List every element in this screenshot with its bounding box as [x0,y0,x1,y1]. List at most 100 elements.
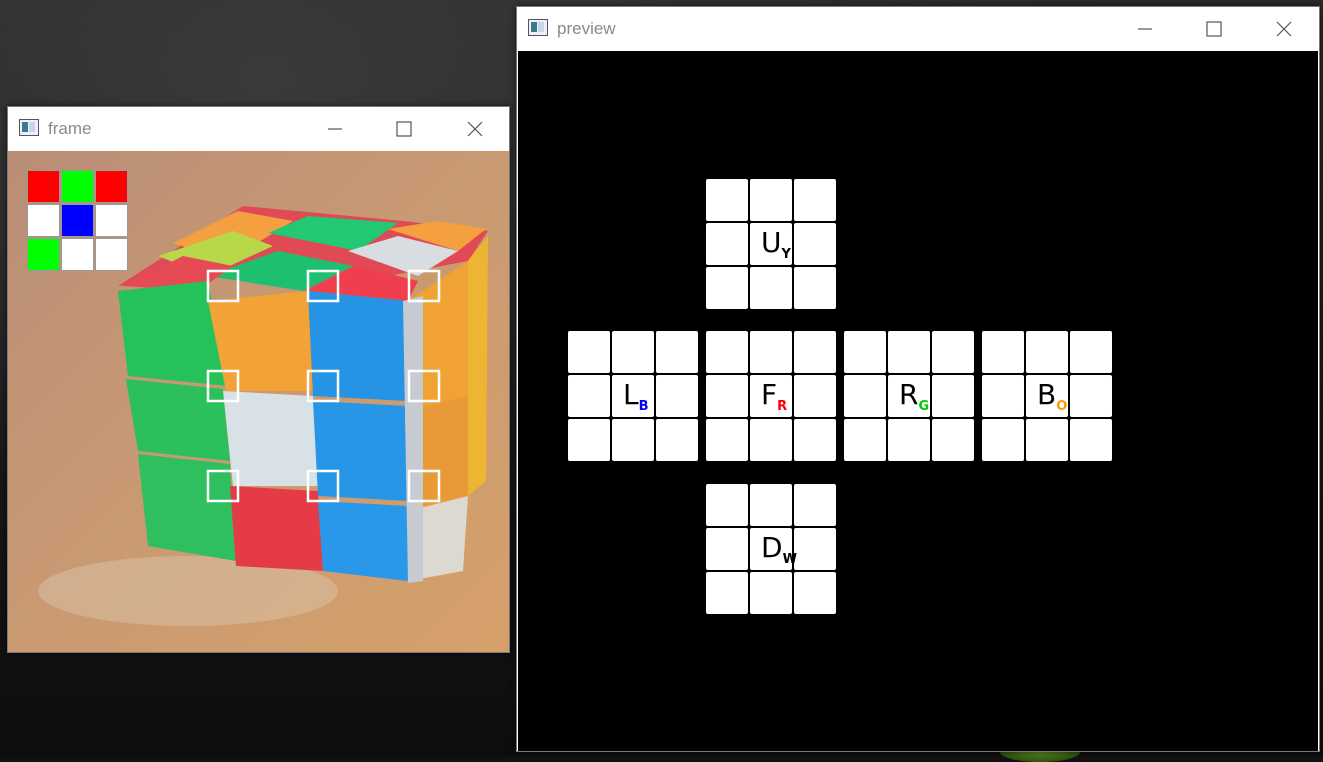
face-sticker [794,572,836,614]
frame-window[interactable]: frame [7,106,510,653]
close-icon [467,121,483,137]
face-sticker [794,484,836,526]
face-R: RG [844,331,976,463]
preview-window-title: preview [557,19,616,38]
face-sticker [750,179,792,221]
face-sticker [706,331,748,373]
minimize-button[interactable] [312,107,358,151]
face-U: UY [706,179,838,311]
face-sticker [656,375,698,417]
face-sticker [932,331,974,373]
face-center-color-letter: O [1056,399,1067,414]
maximize-icon [396,121,412,137]
face-sticker [1070,331,1112,373]
face-sticker [982,375,1024,417]
face-letter: U [761,226,781,259]
face-sticker [706,267,748,309]
face-sticker [794,223,836,265]
close-button[interactable] [1261,7,1307,51]
face-sticker [794,375,836,417]
face-sticker [982,419,1024,461]
face-D: DW [706,484,838,616]
face-label: UY [761,226,791,263]
detected-color-cell [27,238,60,271]
face-center-color-letter: G [918,399,929,414]
face-letter: R [899,378,918,411]
detected-color-cell [61,170,94,203]
face-sticker [706,572,748,614]
face-letter: F [761,378,777,411]
maximize-button[interactable] [381,107,427,151]
app-icon [528,19,548,36]
face-center-color-letter: R [777,399,787,414]
face-sticker [706,484,748,526]
face-sticker [794,179,836,221]
face-sticker [750,331,792,373]
face-sticker [706,419,748,461]
face-sticker [612,419,654,461]
face-sticker [568,331,610,373]
detected-color-cell [95,204,128,237]
face-sticker [794,528,836,570]
face-sticker [656,419,698,461]
detected-color-cell [95,238,128,271]
detected-colors-grid [27,170,129,272]
frame-window-title: frame [48,119,92,138]
face-sticker [706,375,748,417]
face-sticker [794,267,836,309]
face-center-color-letter: Y [781,247,791,262]
face-label: BO [1037,378,1067,415]
face-sticker [1070,419,1112,461]
face-center-color-letter: W [782,552,797,567]
face-sticker [794,419,836,461]
face-sticker [706,223,748,265]
face-sticker [568,419,610,461]
face-B: BO [982,331,1114,463]
preview-canvas: UY LB FR RG BO DW [518,51,1318,751]
face-sticker [750,484,792,526]
face-sticker [844,375,886,417]
face-center-color-letter: B [638,399,649,414]
face-letter: L [623,378,639,411]
minimize-icon [328,128,342,130]
face-sticker [888,419,930,461]
face-sticker [982,331,1024,373]
detected-color-cell [27,204,60,237]
face-sticker [844,419,886,461]
face-sticker [750,419,792,461]
detected-color-cell [27,170,60,203]
face-sticker [1070,375,1112,417]
face-sticker [1026,331,1068,373]
detected-color-cell [61,238,94,271]
minimize-button[interactable] [1122,7,1168,51]
face-sticker [706,179,748,221]
face-sticker [656,331,698,373]
face-label: DW [761,531,797,568]
face-sticker [794,331,836,373]
frame-titlebar[interactable]: frame [8,107,509,151]
face-sticker [932,375,974,417]
face-label: FR [761,378,787,415]
preview-titlebar[interactable]: preview [517,7,1319,51]
face-label: RG [899,378,929,415]
detected-color-cell [95,170,128,203]
minimize-icon [1138,28,1152,30]
face-sticker [844,331,886,373]
face-sticker [1026,419,1068,461]
face-L: LB [568,331,700,463]
face-F: FR [706,331,838,463]
maximize-button[interactable] [1191,7,1237,51]
face-sticker [706,528,748,570]
app-icon [19,119,39,136]
close-button[interactable] [452,107,498,151]
face-letter: B [1037,378,1056,411]
face-sticker [568,375,610,417]
close-icon [1276,21,1292,37]
face-label: LB [623,378,649,415]
preview-window[interactable]: preview UY LB FR RG BO DW [516,6,1320,752]
face-sticker [750,267,792,309]
detected-color-cell [61,204,94,237]
face-letter: D [761,531,783,564]
face-sticker [750,572,792,614]
face-sticker [612,331,654,373]
